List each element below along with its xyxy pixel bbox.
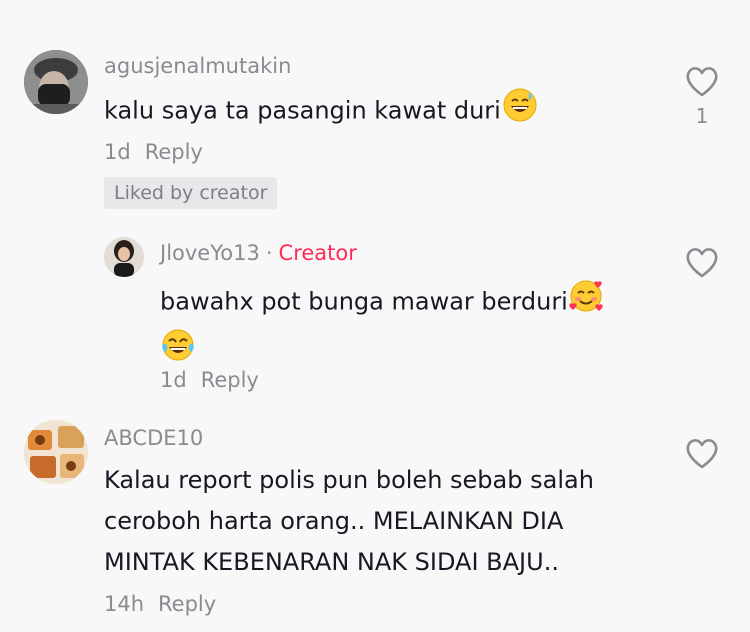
avatar[interactable] <box>24 50 88 114</box>
reply-button[interactable]: Reply <box>201 368 259 392</box>
reply-text-content: bawahx pot bunga mawar berduri <box>160 287 568 316</box>
heart-icon[interactable] <box>684 64 720 98</box>
heart-icon[interactable] <box>684 245 720 279</box>
reply-time: 1d <box>160 368 187 392</box>
comment-text: kalu saya ta pasangin kawat duri <box>104 88 537 135</box>
comment-text-line: ceroboh harta orang.. MELAINKAN DIA <box>104 507 564 535</box>
comment-time: 14h <box>104 592 145 616</box>
liked-by-creator-badge: Liked by creator <box>104 177 278 209</box>
comment-text-line: Kalau report polis pun boleh sebab salah <box>104 466 594 494</box>
smiling-hearts-emoji-icon <box>569 278 605 327</box>
avatar[interactable] <box>104 237 144 277</box>
reply-text: bawahx pot bunga mawar berduri <box>160 278 660 376</box>
reply-username-text[interactable]: JloveYo13 <box>160 241 260 265</box>
comment-meta: 14h Reply <box>104 592 216 616</box>
sweat-smile-emoji-icon <box>503 88 537 135</box>
comment-text-content: kalu saya ta pasangin kawat duri <box>104 96 501 125</box>
comment-username[interactable]: agusjenalmutakin <box>104 54 291 78</box>
reply-button[interactable]: Reply <box>145 140 203 164</box>
comments-panel: agusjenalmutakin kalu saya ta pasangin k… <box>0 0 750 632</box>
creator-label: Creator <box>278 241 357 265</box>
avatar[interactable] <box>24 420 88 484</box>
like-count: 1 <box>695 104 709 128</box>
comment-time: 1d <box>104 140 131 164</box>
comment-text-line: MINTAK KEBENARAN NAK SIDAI BAJU.. <box>104 548 559 576</box>
comment-meta: 1d Reply <box>104 140 203 164</box>
reply-button[interactable]: Reply <box>158 592 216 616</box>
comment-username[interactable]: ABCDE10 <box>104 426 203 450</box>
reply-username[interactable]: JloveYo13 · Creator <box>160 241 357 265</box>
separator-dot: · <box>265 241 273 265</box>
heart-icon[interactable] <box>684 436 720 470</box>
reply-meta: 1d Reply <box>160 368 259 392</box>
comment-text: Kalau report polis pun boleh sebab salah… <box>104 460 594 583</box>
